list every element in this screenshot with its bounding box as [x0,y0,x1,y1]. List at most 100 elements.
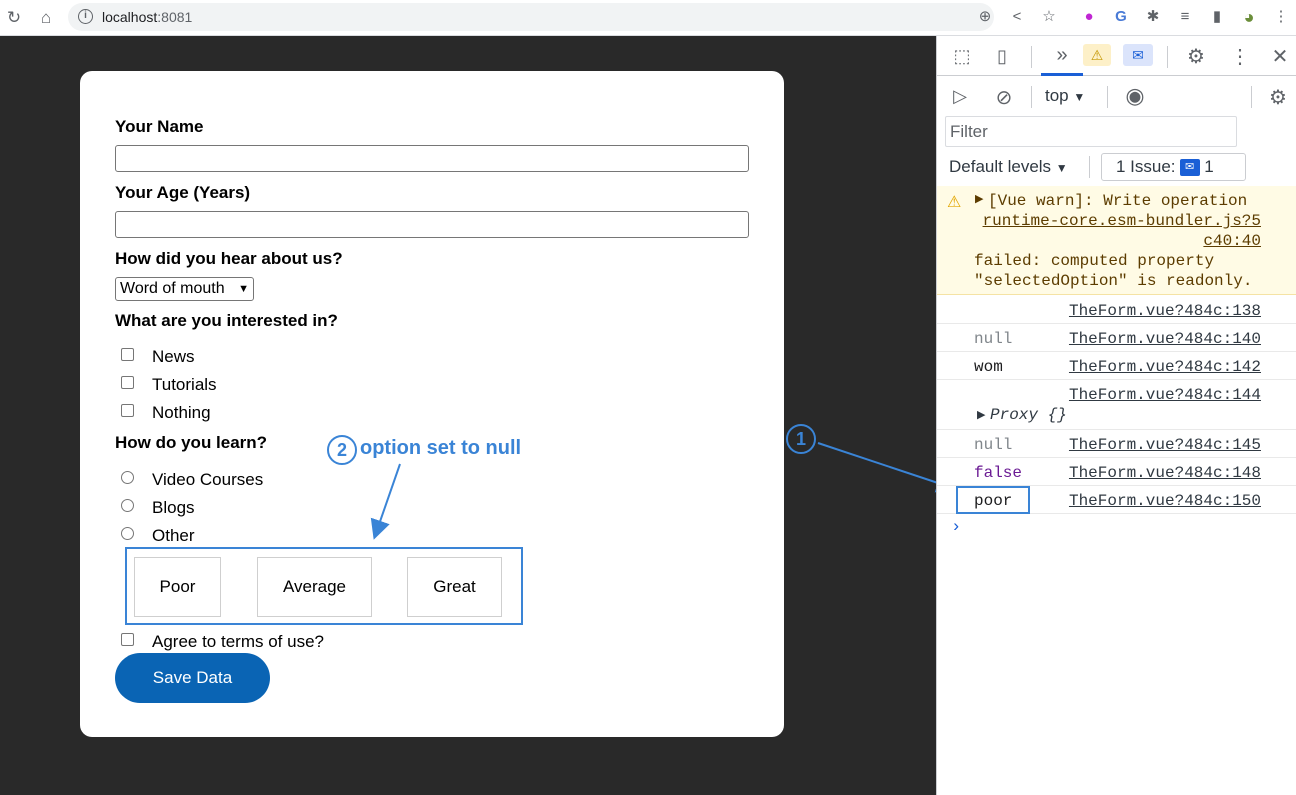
learn-radio-blogs[interactable] [121,499,134,512]
browser-toolbar: ↻ ⌂ i localhost:8081 ⊕ < ☆ ● G ✱ ≡ ▮ ◕ ⋮ [0,0,1296,36]
learn-label-blogs: Blogs [152,498,195,517]
site-info-icon[interactable]: i [78,9,93,24]
home-icon[interactable]: ⌂ [34,6,58,30]
live-expression-eye-icon[interactable]: ◉ [1123,83,1147,109]
warning-source-link-cont[interactable]: c40:40 [1203,232,1261,250]
rating-button-great[interactable]: Great [407,557,502,617]
interest-label-news: News [152,347,195,366]
url-host: localhost [102,9,158,25]
log-source-link[interactable]: TheForm.vue?484c:150 [1069,492,1261,510]
console-filter-input[interactable]: Filter [945,116,1237,147]
log-source-link[interactable]: TheForm.vue?484c:140 [1069,330,1261,348]
issues-label: 1 Issue: [1116,157,1176,176]
share-icon[interactable]: < [1006,6,1028,28]
page-viewport: Your Name Your Age (Years) How did you h… [0,36,936,795]
learn-label-other: Other [152,526,195,545]
age-input[interactable] [115,211,749,238]
interests-label: What are you interested in? [115,311,338,330]
learn-radio-other[interactable] [121,527,134,540]
save-button[interactable]: Save Data [115,653,270,703]
reload-icon[interactable]: ↻ [2,6,26,30]
levels-separator [1089,156,1090,178]
more-tabs-icon[interactable]: » [1051,44,1073,67]
console-log-row: poor TheForm.vue?484c:150 [937,486,1296,514]
console-settings-gear-icon[interactable]: ⚙ [1267,85,1289,110]
poor-value-highlight [956,486,1030,514]
log-value: null [974,330,1013,348]
expand-arrow-icon[interactable]: ▶ [977,408,985,422]
issues-button[interactable]: 1 Issue: ✉ 1 [1101,153,1246,181]
age-label: Your Age (Years) [115,183,251,202]
console-log-row: TheForm.vue?484c:138 [937,296,1296,324]
profile-avatar[interactable]: ◕ [1238,6,1260,28]
console-toolbar: ▷ ⊘ top ▼ ◉ ⚙ [937,77,1296,117]
settings-gear-icon[interactable]: ⚙ [1185,44,1207,69]
devtools-menu-icon[interactable]: ⋮ [1229,44,1251,69]
rating-button-average[interactable]: Average [257,557,372,617]
interest-checkbox-nothing[interactable] [121,404,134,417]
message-badge-icon[interactable]: ✉ [1123,44,1153,66]
context-selector[interactable]: top ▼ [1045,86,1085,106]
tabbar-separator-2 [1167,46,1168,68]
rating-button-poor[interactable]: Poor [134,557,221,617]
console-log-row: wom TheForm.vue?484c:142 [937,352,1296,380]
log-levels-label: Default levels [949,157,1052,176]
log-source-link[interactable]: TheForm.vue?484c:142 [1069,358,1261,376]
devtools-tabbar: ⬚ ▯ » ⚠ ✉ ⚙ ⋮ ✕ [937,36,1296,76]
translate-icon[interactable]: G [1110,6,1132,28]
url-text[interactable]: localhost:8081 [102,9,192,25]
sidebar-toggle-icon[interactable]: ▷ [949,86,971,107]
address-bar[interactable]: i localhost:8081 [68,3,994,31]
log-value: null [974,436,1013,454]
warning-message-line3: "selectedOption" is readonly. [974,272,1253,290]
expand-arrow-icon[interactable]: ▶ [975,192,983,206]
log-source-link[interactable]: TheForm.vue?484c:144 [1069,386,1261,404]
annotation-2-text: option set to null [360,437,522,459]
learn-radio-video[interactable] [121,471,134,484]
interest-checkbox-news[interactable] [121,348,134,361]
warning-triangle-icon: ⚠ [947,194,962,211]
form-card: Your Name Your Age (Years) How did you h… [80,71,784,737]
clear-console-icon[interactable]: ⊘ [993,85,1015,110]
puzzle-icon[interactable]: ✱ [1142,6,1164,28]
star-icon[interactable]: ☆ [1038,6,1060,28]
warning-message-line2: failed: computed property [974,252,1215,270]
referrer-label: How did you hear about us? [115,249,343,268]
context-value: top [1045,86,1069,105]
console-separator-3 [1251,86,1252,108]
log-source-link[interactable]: TheForm.vue?484c:148 [1069,464,1261,482]
log-levels-dropdown[interactable]: Default levels ▼ [949,157,1068,177]
annotation-1-badge: 1 [786,424,816,454]
console-prompt-icon[interactable]: › [951,518,961,537]
close-icon[interactable]: ✕ [1269,44,1291,69]
tabbar-separator [1031,46,1032,68]
interest-checkbox-tutorials[interactable] [121,376,134,389]
interest-label-nothing: Nothing [152,403,211,422]
url-port: :8081 [157,9,193,25]
device-toggle-icon[interactable]: ▯ [991,46,1013,67]
proxy-object[interactable]: Proxy {} [990,406,1067,424]
annotation-2-badge: 2 [327,435,357,465]
console-separator-2 [1107,86,1108,108]
log-source-link[interactable]: TheForm.vue?484c:138 [1069,302,1261,320]
zoom-icon[interactable]: ⊕ [974,6,996,28]
kebab-menu-icon[interactable]: ⋮ [1270,6,1292,28]
learn-label: How do you learn? [115,433,268,452]
rating-control-highlight: Poor Average Great [125,547,523,625]
inspect-element-icon[interactable]: ⬚ [951,46,973,67]
log-source-link[interactable]: TheForm.vue?484c:145 [1069,436,1261,454]
issues-message-icon: ✉ [1179,159,1200,177]
extension-a-icon[interactable]: ● [1078,6,1100,28]
referrer-select[interactable]: Word of mouth ▼ [115,277,254,301]
warning-source-link[interactable]: runtime-core.esm-bundler.js?5 [983,212,1261,230]
referrer-selected-value: Word of mouth [120,280,225,297]
console-warning-row[interactable]: ⚠ ▶ [Vue warn]: Write operation runtime-… [937,186,1296,295]
console-separator [1031,86,1032,108]
chevron-down-icon: ▼ [1073,90,1086,104]
warning-badge-icon[interactable]: ⚠ [1083,44,1111,66]
name-input[interactable] [115,145,749,172]
terms-checkbox[interactable] [121,633,134,646]
playlist-icon[interactable]: ≡ [1174,6,1196,28]
sidepanel-icon[interactable]: ▮ [1206,6,1228,28]
chevron-down-icon: ▼ [1055,161,1068,175]
